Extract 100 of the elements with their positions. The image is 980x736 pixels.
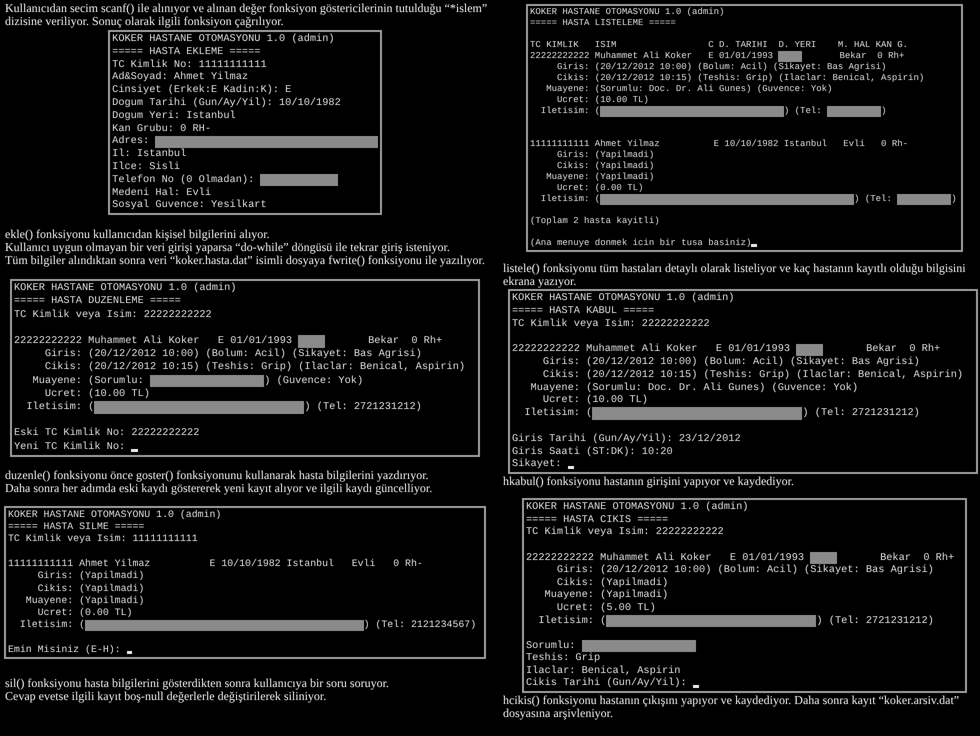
caption-text: Kullanıcı uygun olmayan bir veri girişi yaparsa “do-while” döngüsü ile tekrar giriş isteniyor. xyxy=(5,241,451,254)
caption-text: Daha sonra her adımda eski kaydı göstererek yeni kayıt alıyor ve ilgili kaydı güncelliyor. xyxy=(5,482,432,495)
terminal-line: TC Kimlik veya Isim: 11111111111 xyxy=(8,533,198,546)
terminal-line: Muayene: (Sorumlu: Doc. Dr. Ali Gunes) (Guvence: Yok) xyxy=(530,382,858,394)
terminal-text: ) (Tel: xyxy=(784,106,823,117)
terminal-line: Cikis: (20/12/2012 10:15) (Teshis: Grip) (Ilaclar: Benical, Aspirin) xyxy=(44,361,466,375)
terminal-line: Muayene: (Yapilmadi) xyxy=(24,594,144,608)
caption-text: dosyasına arşivleniyor. xyxy=(503,707,614,720)
terminal-line: KOKER HASTANE OTOMASYONU 1.0 (admin) xyxy=(14,282,236,296)
terminal-line: ===== HASTA LISTELEME ===== xyxy=(530,18,676,29)
caption-text: Kullanıcıdan secim scanf() ile alınıyor ve alınan değer fonksiyon göstericilerinin tutulduğu “*islem” xyxy=(5,2,488,15)
terminal-line: Muayene: (Yapilmadi) xyxy=(544,589,668,602)
terminal-text: Bekar 0 Rh+ xyxy=(879,552,954,564)
terminal-line: ===== HASTA DUZENLEME ===== xyxy=(14,295,181,309)
terminal-line: Cinsiyet (Erkek:E Kadin:K): E xyxy=(112,84,292,97)
terminal-line: Giris Tarihi (Gun/Ay/Yil): 23/12/2012 xyxy=(512,432,741,446)
terminal-line: Kan Grubu: 0 RH- xyxy=(112,122,212,136)
terminal-text: ) (Guvence: Yok) xyxy=(264,374,364,388)
terminal-line: 11111111111 Ahmet Yilmaz E 10/10/1982 Istanbul Evli 0 Rh- xyxy=(530,139,908,150)
caption-text: dizisine veriliyor. Sonuç olarak ilgili fonksiyon çağrılıyor. xyxy=(5,15,284,28)
terminal-line: Ilce: Sisli xyxy=(112,160,180,174)
redaction-bar xyxy=(827,106,882,117)
terminal-line: Teshis: Grip xyxy=(526,652,600,665)
caption-text: Tüm bilgiler alındıktan sonra veri “koker.hasta.dat” isimli dosyaya fwrite() fonksiyonu ile yazılıyor. xyxy=(5,254,485,268)
terminal-text: Sorumlu: xyxy=(526,640,576,652)
terminal-line: ===== HASTA SILME ===== xyxy=(8,521,144,534)
terminal-text: ) (Tel: 2721231212) xyxy=(304,400,422,414)
terminal-line: Cikis: (20/12/2012 10:15) (Teshis: Grip) (Ilaclar: Benical, Aspirin) xyxy=(542,368,964,382)
terminal-text: ) (Tel: xyxy=(854,194,893,205)
caption-text: ekle() fonksiyonu kullanıcıdan kişisel bilgilerini alıyor. xyxy=(5,228,271,242)
terminal-text: ) (Tel: 2721231212) xyxy=(816,614,934,628)
terminal-line: Cikis: (Yapilmadi) xyxy=(36,582,144,595)
terminal-line: Ilaclar: Benical, Aspirin xyxy=(526,664,680,678)
terminal-line: TC Kimlik veya Isim: 22222222222 xyxy=(14,308,212,322)
terminal-text: Emin Misiniz (E-H): xyxy=(8,644,122,656)
terminal-line: Ad&Soyad: Ahmet Yilmaz xyxy=(112,71,248,84)
terminal-line: TC KIMLIK ISIM C D. TARIHI D. YERI M. HAL KAN G. xyxy=(530,40,908,51)
terminal-text: ) (Tel: 2121234567) xyxy=(364,619,476,632)
terminal-text: 22222222222 Muhammet Ali Koker E 01/01/1993 xyxy=(512,343,792,356)
caption-text: hcikis() fonksiyonu hastanın çıkışını yapıyor ve kaydediyor. Daha sonra kayıt “koker.arsiv.dat” xyxy=(503,694,960,708)
terminal-text: Bekar 0 Rh+ xyxy=(367,334,442,348)
terminal-line: Ucret: (10.00 TL) xyxy=(44,388,150,401)
terminal-line: Ucret: (5.00 TL) xyxy=(556,602,656,614)
terminal-text: ) (Tel: 2721231212) xyxy=(802,407,920,420)
terminal-line: Eski TC Kimlik No: 22222222222 xyxy=(14,427,200,441)
terminal-text: Cikis Tarihi (Gun/Ay/Yil): xyxy=(526,677,688,690)
terminal-line: Muayene: (Sorumlu: Doc. Dr. Ali Gunes) (Guvence: Yok) xyxy=(545,84,832,95)
terminal-line: Sosyal Guvence: Yesilkart xyxy=(112,199,267,212)
terminal-text: Iletisim: ( xyxy=(523,407,592,420)
terminal-text: Iletisim: ( xyxy=(25,400,94,414)
terminal-line: Cikis: (Yapilmadi) xyxy=(556,161,654,172)
terminal-line: Giris Saati (ST:DK): 10:20 xyxy=(512,446,673,458)
caption-text: listele() fonksiyonu tüm hastaları detaylı olarak listeliyor ve kaç hastanın kayıtlı olduğu bilgisini xyxy=(503,262,966,275)
terminal-text: Telefon No (0 Olmadan): xyxy=(112,174,256,187)
terminal-text: Iletisim: ( xyxy=(540,194,600,205)
terminal-text: (Ana menuye donmek icin bir tusa basiniz) xyxy=(530,238,752,249)
caption-text: hkabul() fonksiyonu hastanın girişini yapıyor ve kaydediyor. xyxy=(503,475,794,488)
terminal-text: Bekar 0 Rh+ xyxy=(838,51,904,62)
terminal-line: TC Kimlik veya Isim: 22222222222 xyxy=(526,526,724,539)
terminal-line: (Toplam 2 hasta kayitli) xyxy=(530,216,660,227)
terminal-line: Medeni Hal: Evli xyxy=(112,186,212,200)
terminal-line: KOKER HASTANE OTOMASYONU 1.0 (admin) xyxy=(8,508,222,522)
terminal-line: ===== HASTA CIKIS ===== xyxy=(526,514,668,526)
terminal-text: Iletisim: ( xyxy=(18,619,86,632)
terminal-line: Giris: (20/12/2012 10:00) (Bolum: Acil) (Sikayet: Bas Agrisi) xyxy=(556,62,886,73)
terminal-text: Bekar 0 Rh+ xyxy=(865,343,940,356)
redaction-bar xyxy=(778,51,802,62)
terminal-text: Iletisim: ( xyxy=(537,614,606,628)
terminal-line: KOKER HASTANE OTOMASYONU 1.0 (admin) xyxy=(112,33,335,46)
terminal-line: Ucret: (10.00 TL) xyxy=(542,394,648,408)
terminal-text: Iletisim: ( xyxy=(540,106,600,117)
terminal-text: Muayene: (Sorumlu: xyxy=(32,374,145,388)
terminal-line: Dogum Tarihi (Gun/Ay/Yil): 10/10/1982 xyxy=(112,96,341,110)
caption-text: duzenle() fonksiyonu önce goster() fonksiyonunu kullanarak hasta bilgilerini yazdırıyor. xyxy=(5,468,430,482)
terminal-line: KOKER HASTANE OTOMASYONU 1.0 (admin) xyxy=(526,501,748,514)
terminal-line: Cikis: (20/12/2012 10:15) (Teshis: Grip) (Ilaclar: Benical, Aspirin) xyxy=(556,73,924,84)
terminal-line: 11111111111 Ahmet Yilmaz E 10/10/1982 Istanbul Evli 0 Rh- xyxy=(8,558,423,570)
terminal-text: Sikayet: xyxy=(512,458,562,472)
terminal-line: Ucret: (0.00 TL) xyxy=(36,607,132,620)
terminal-line: Giris: (20/12/2012 10:00) (Bolum: Acil) (Sikayet: Bas Agrisi) xyxy=(556,564,934,577)
terminal-line: Giris: (Yapilmadi) xyxy=(36,570,144,583)
redaction-bar xyxy=(796,344,823,356)
terminal-text: ) xyxy=(881,106,886,117)
terminal-line: KOKER HASTANE OTOMASYONU 1.0 (admin) xyxy=(512,292,734,305)
terminal-line: TC Kimlik veya Isim: 22222222222 xyxy=(512,318,710,330)
terminal-line: Muayene: (Yapilmadi) xyxy=(545,172,654,183)
terminal-line: Dogum Yeri: Istanbul xyxy=(112,110,236,123)
redaction-bar xyxy=(897,194,952,205)
terminal-line: Il: Istanbul xyxy=(112,148,186,161)
terminal-line: Ucret: (0.00 TL) xyxy=(556,183,644,194)
terminal-line: Cikis: (Yapilmadi) xyxy=(556,576,668,590)
terminal-line: Giris: (Yapilmadi) xyxy=(556,150,654,161)
terminal-line: Ucret: (10.00 TL) xyxy=(556,95,649,106)
terminal-line: ===== HASTA KABUL ===== xyxy=(512,304,654,318)
terminal-line: Giris: (20/12/2012 10:00) (Bolum: Acil) (Sikayet: Bas Agrisi) xyxy=(44,348,422,362)
terminal-text: Adres: xyxy=(112,135,150,148)
caption-text: sil() fonksiyonu hasta bilgilerini gösterdikten sonra kullanıcıya bir soru soruyor. xyxy=(5,677,389,690)
terminal-line: TC Kimlik No: 11111111111 xyxy=(112,58,267,72)
terminal-line: KOKER HASTANE OTOMASYONU 1.0 (admin) xyxy=(530,7,724,18)
terminal-text: ) xyxy=(951,194,957,205)
